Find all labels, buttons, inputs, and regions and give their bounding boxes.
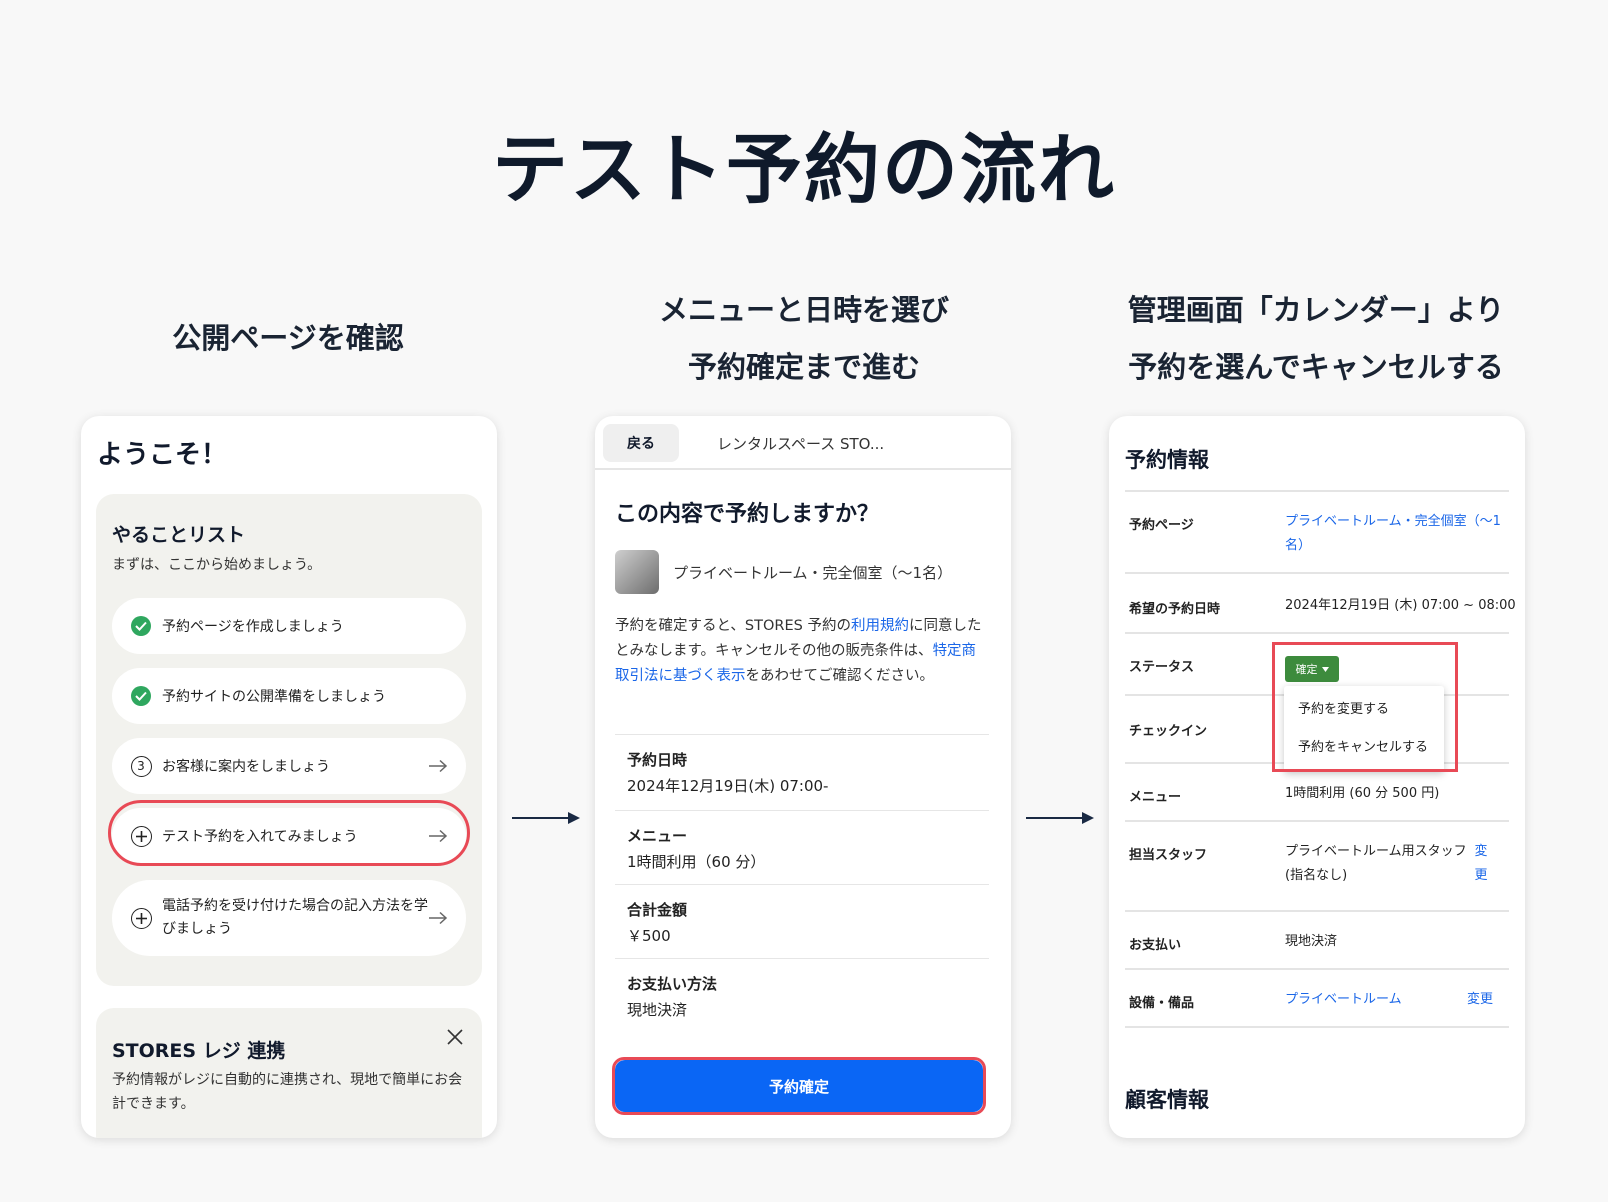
customer-info-title: 顧客情報 xyxy=(1125,1088,1209,1112)
todo-item-create-page[interactable]: 予約ページを作成しましょう xyxy=(112,598,466,654)
booking-info-title: 予約情報 xyxy=(1125,448,1209,472)
room-thumbnail xyxy=(615,550,659,594)
divider xyxy=(1125,820,1509,822)
todo-item-label: 予約ページを作成しましょう xyxy=(162,619,344,635)
change-staff-link[interactable]: 変更 xyxy=(1471,840,1491,888)
booking-datetime: 2024年12月19日 (木) 07:00 ~ 08:00 xyxy=(1285,598,1516,613)
todo-item-label: 予約サイトの公開準備をしましょう xyxy=(162,689,386,705)
store-name: レンタルスペース STO... xyxy=(717,435,885,453)
arrow-right-icon xyxy=(429,911,448,925)
todo-list-subtitle: まずは、ここから始めましょう。 xyxy=(112,557,322,573)
booking-staff: プライベートルーム用スタッフ (指名なし) xyxy=(1285,844,1467,883)
booking-header: 戻る レンタルスペース STO... xyxy=(595,416,1011,470)
stores-register-title: STORES レジ 連携 xyxy=(112,1040,286,1062)
check-circle-icon xyxy=(130,615,152,637)
terms-of-use-link[interactable]: 利用規約 xyxy=(851,618,909,634)
page-title: テスト予約の流れ xyxy=(492,125,1116,214)
arrow-right-icon xyxy=(429,759,448,773)
field-label: 予約ページ xyxy=(1129,518,1194,533)
summary-value: 2024年12月19日(木) 07:00- xyxy=(627,777,829,795)
step-2-title-line-1: メニューと日時を選び xyxy=(658,293,949,327)
step-number-icon: 3 xyxy=(130,755,152,777)
field-label: お支払い xyxy=(1129,938,1182,953)
equipment-link[interactable]: プライベートルーム xyxy=(1285,988,1402,1012)
divider xyxy=(1125,968,1509,970)
admin-booking-card: 予約情報 予約ページ プライベートルーム・完全個室（〜1名） 希望の予約日時 2… xyxy=(1109,416,1525,1138)
stores-register-text: 予約情報がレジに自動的に連携され、現地で簡単にお会計できます。 xyxy=(112,1072,463,1112)
divider xyxy=(1125,632,1509,634)
field-label: チェックイン xyxy=(1129,724,1208,739)
booking-confirm-card: 戻る レンタルスペース STO... この内容で予約しますか？ プライベートルー… xyxy=(595,416,1011,1138)
todo-list-title: やることリスト xyxy=(112,524,246,546)
summary-row-total: 合計金額 ￥500 xyxy=(615,884,989,958)
terms-text-part: 予約を確定すると、STORES 予約の xyxy=(615,618,851,634)
summary-row-payment: お支払い方法 現地決済 xyxy=(615,958,989,1038)
field-label: ステータス xyxy=(1129,660,1195,675)
summary-label: メニュー xyxy=(627,827,688,845)
step-3-title-line-1: 管理画面「カレンダー」より xyxy=(1127,293,1505,327)
cancel-menu-highlight xyxy=(1272,642,1458,772)
field-label: 担当スタッフ xyxy=(1129,848,1208,863)
terms-text: 予約を確定すると、STORES 予約の利用規約に同意したとみなします。キャンセル… xyxy=(615,614,989,689)
summary-label: 合計金額 xyxy=(627,901,688,919)
booking-payment: 現地決済 xyxy=(1285,934,1338,949)
stores-register-panel: STORES レジ 連携 予約情報がレジに自動的に連携され、現地で簡単にお会計で… xyxy=(96,1008,482,1138)
todo-item-label: 電話予約を受け付けた場合の記入方法を学びましょう xyxy=(162,898,428,937)
booking-menu: 1時間利用 (60 分 500 円) xyxy=(1285,786,1440,801)
summary-value: 1時間利用（60 分） xyxy=(627,853,766,871)
change-equipment-link[interactable]: 変更 xyxy=(1465,988,1495,1012)
divider xyxy=(1125,910,1509,912)
step-2-title-line-2: 予約確定まで進む xyxy=(687,350,920,384)
todo-list-panel: やることリスト まずは、ここから始めましょう。 予約ページを作成しましょう 予約… xyxy=(96,494,482,986)
welcome-heading: ようこそ！ xyxy=(97,440,228,470)
confirm-question: この内容で予約しますか？ xyxy=(615,502,880,527)
summary-value: ￥500 xyxy=(627,927,671,945)
step-3-title-line-2: 予約を選んでキャンセルする xyxy=(1128,350,1504,384)
step-1-title: 公開ページを確認 xyxy=(78,310,498,367)
confirm-button-highlight xyxy=(612,1057,986,1115)
field-label: メニュー xyxy=(1129,790,1182,805)
summary-label: お支払い方法 xyxy=(627,975,718,993)
step-1-title-line: 公開ページを確認 xyxy=(172,321,404,355)
test-booking-highlight xyxy=(108,800,470,866)
flow-arrow-1-icon xyxy=(512,812,580,824)
terms-text-part: をあわせてご確認ください。 xyxy=(745,668,935,684)
summary-row-menu: メニュー 1時間利用（60 分） xyxy=(615,810,989,884)
todo-item-label: お客様に案内をしましょう xyxy=(162,759,330,775)
todo-item-publish-site[interactable]: 予約サイトの公開準備をしましょう xyxy=(112,668,466,724)
close-icon[interactable] xyxy=(446,1028,464,1046)
divider xyxy=(1125,572,1509,574)
summary-label: 予約日時 xyxy=(627,751,688,769)
field-label: 希望の予約日時 xyxy=(1129,602,1221,617)
room-name: プライベートルーム・完全個室（〜1名） xyxy=(673,564,953,582)
summary-row-datetime: 予約日時 2024年12月19日(木) 07:00- xyxy=(615,734,989,810)
public-page-card: ようこそ！ やることリスト まずは、ここから始めましょう。 予約ページを作成しま… xyxy=(81,416,497,1138)
divider xyxy=(1125,490,1509,492)
booking-page-link[interactable]: プライベートルーム・完全個室（〜1名） xyxy=(1285,510,1505,558)
divider xyxy=(1125,1026,1509,1028)
flow-arrow-2-icon xyxy=(1026,812,1094,824)
step-2-title: メニューと日時を選び 予約確定まで進む xyxy=(594,282,1014,396)
step-3-title: 管理画面「カレンダー」より 予約を選んでキャンセルする xyxy=(1106,282,1526,396)
summary-value: 現地決済 xyxy=(627,1001,688,1019)
plus-circle-icon xyxy=(130,907,152,929)
field-label: 設備・備品 xyxy=(1129,996,1195,1011)
back-button[interactable]: 戻る xyxy=(603,424,679,462)
todo-item-phone-booking[interactable]: 電話予約を受け付けた場合の記入方法を学びましょう xyxy=(112,880,466,956)
todo-item-guide-customers[interactable]: 3 お客様に案内をしましょう xyxy=(112,738,466,794)
check-circle-icon xyxy=(130,685,152,707)
